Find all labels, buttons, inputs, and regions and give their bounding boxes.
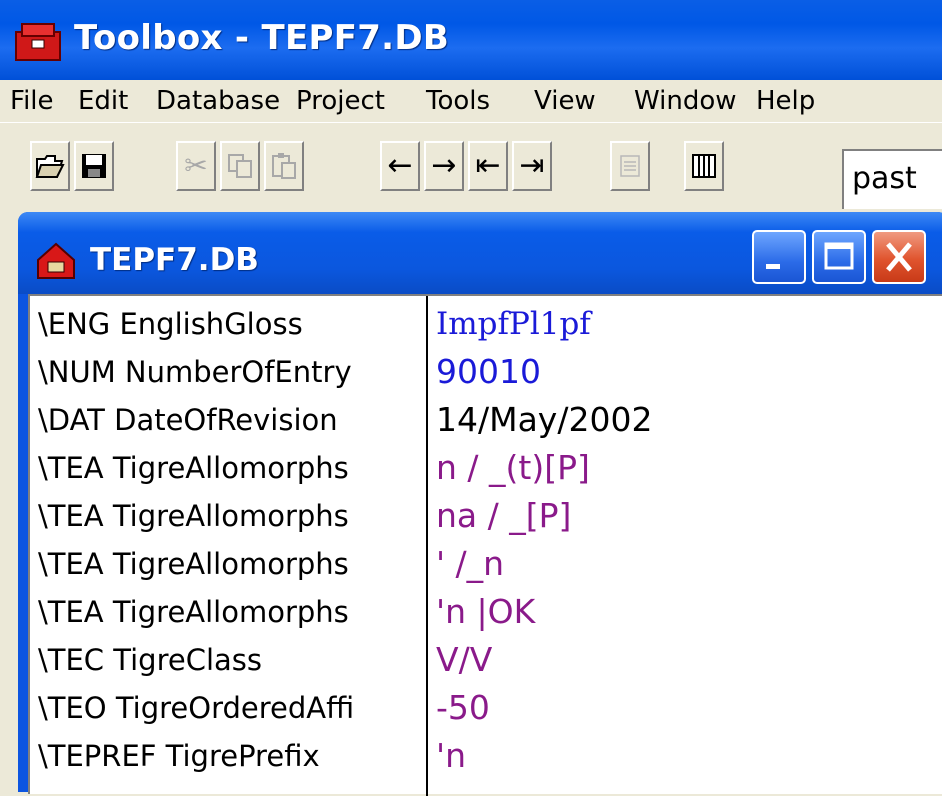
app-titlebar[interactable]: Toolbox - TEPF7.DB [0, 0, 942, 81]
field-marker-label: \TEA TigreAllomorphs [38, 451, 349, 485]
field-row[interactable]: \TEA TigreAllomorphs 'n |OK [30, 588, 942, 636]
arrow-left-icon: ← [387, 148, 413, 183]
field-row[interactable]: \ENG EnglishGloss ImpfPl1pf [30, 300, 942, 348]
field-row[interactable]: \TEO TigreOrderedAffi -50 [30, 684, 942, 732]
menu-view[interactable]: View [528, 84, 602, 118]
field-marker-label: \NUM NumberOfEntry [38, 355, 352, 389]
toolbar: ✂ ← → ⇤ ⇥ past [0, 122, 942, 215]
list-icon [620, 155, 640, 177]
arrow-last-icon: ⇥ [519, 148, 545, 183]
menu-help[interactable]: Help [750, 84, 821, 118]
field-marker-label: \TEA TigreAllomorphs [38, 547, 349, 581]
menu-edit[interactable]: Edit [72, 84, 134, 118]
save-button[interactable] [74, 141, 114, 191]
search-combo[interactable]: past [842, 149, 942, 209]
record-view[interactable]: \ENG EnglishGloss ImpfPl1pf \NUM NumberOfE… [28, 294, 942, 796]
field-marker-label: \DAT DateOfRevision [38, 403, 338, 437]
field-marker-label: \ENG EnglishGloss [38, 307, 303, 341]
arrow-first-icon: ⇤ [475, 148, 501, 183]
copy-button[interactable] [220, 141, 260, 191]
field-marker-label: \TEC TigreClass [38, 643, 262, 677]
arrow-right-icon: → [431, 148, 457, 183]
field-value[interactable]: 14/May/2002 [436, 396, 652, 444]
database-window-title: TEPF7.DB [90, 242, 259, 278]
field-value[interactable]: n / _(t)[P] [436, 444, 590, 492]
paste-button[interactable] [264, 141, 304, 191]
database-window-titlebar[interactable]: TEPF7.DB [18, 212, 942, 294]
paste-icon [272, 153, 296, 179]
open-folder-icon [35, 155, 65, 178]
browse-grid-icon [692, 154, 716, 178]
field-marker-label: \TEA TigreAllomorphs [38, 595, 349, 629]
field-row[interactable]: \TEC TigreClass V/V [30, 636, 942, 684]
database-window: TEPF7.DB \ENG EnglishGloss ImpfPl1pf \NUM … [18, 212, 942, 796]
field-row[interactable]: \NUM NumberOfEntry 90010 [30, 348, 942, 396]
field-row[interactable]: \TEA TigreAllomorphs na / _[P] [30, 492, 942, 540]
minimize-button[interactable] [752, 230, 806, 284]
maximize-button[interactable] [812, 230, 866, 284]
maximize-icon [824, 242, 854, 270]
field-row[interactable]: \TEPREF TigrePrefix 'n [30, 732, 942, 780]
cut-scissors-icon: ✂ [184, 149, 208, 182]
cut-button[interactable]: ✂ [176, 141, 216, 191]
copy-icon [228, 154, 252, 178]
field-row[interactable]: \TEA TigreAllomorphs ' /_n [30, 540, 942, 588]
database-window-icon[interactable] [34, 240, 78, 280]
field-value[interactable]: na / _[P] [436, 492, 571, 540]
field-value[interactable]: 'n |OK [436, 588, 535, 636]
list-button[interactable] [610, 141, 650, 191]
menu-project[interactable]: Project [290, 84, 391, 118]
field-value[interactable]: 90010 [436, 348, 541, 396]
previous-record-button[interactable]: ← [380, 141, 420, 191]
field-value[interactable]: 'n [436, 732, 466, 780]
field-row[interactable]: \DAT DateOfRevision 14/May/2002 [30, 396, 942, 444]
field-value[interactable]: ' /_n [436, 540, 504, 588]
minimize-icon [766, 264, 780, 269]
first-record-button[interactable]: ⇤ [468, 141, 508, 191]
field-marker-label: \TEO TigreOrderedAffi [38, 691, 355, 725]
field-marker-label: \TEPREF TigrePrefix [38, 739, 320, 773]
menu-database[interactable]: Database [150, 84, 286, 118]
open-button[interactable] [30, 141, 70, 191]
field-value[interactable]: V/V [436, 636, 492, 684]
field-row[interactable]: \TEA TigreAllomorphs n / _(t)[P] [30, 444, 942, 492]
next-record-button[interactable]: → [424, 141, 464, 191]
field-marker-label: \TEA TigreAllomorphs [38, 499, 349, 533]
browse-button[interactable] [684, 141, 724, 191]
app-title: Toolbox - TEPF7.DB [74, 18, 450, 58]
menu-file[interactable]: File [4, 84, 60, 118]
close-button[interactable] [872, 230, 926, 284]
toolbox-app-icon[interactable] [14, 22, 62, 62]
field-value[interactable]: ImpfPl1pf [436, 300, 591, 348]
close-icon [886, 242, 912, 272]
last-record-button[interactable]: ⇥ [512, 141, 552, 191]
menu-tools[interactable]: Tools [420, 84, 496, 118]
save-disk-icon [82, 154, 106, 178]
field-value[interactable]: -50 [436, 684, 490, 732]
menu-window[interactable]: Window [628, 84, 743, 118]
menu-bar: File Edit Database Project Tools View Wi… [0, 80, 942, 122]
